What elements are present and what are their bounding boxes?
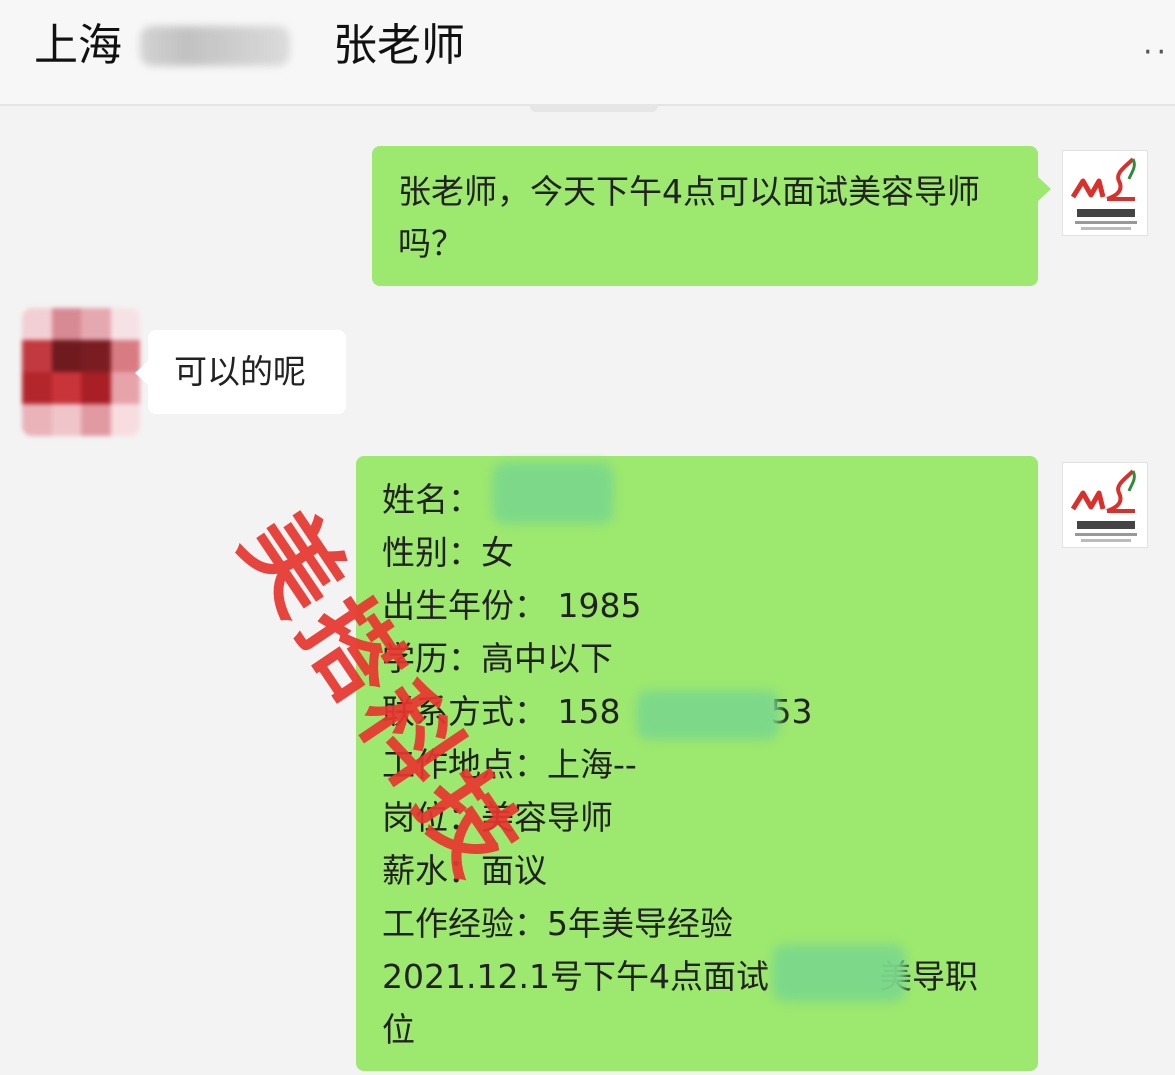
resume-interview-line-end: 位: [382, 1010, 415, 1049]
resume-interview-prefix: 2021.12.1号下午4点面试: [382, 957, 769, 996]
message-bubble-incoming[interactable]: 可以的呢: [135, 330, 346, 414]
message-text: 可以的呢: [174, 352, 306, 391]
redacted-name: [492, 462, 614, 524]
chat-title-city: 上海: [34, 20, 122, 71]
redacted-title-segment: [140, 26, 290, 66]
chat-title-contact: 张老师: [333, 20, 465, 71]
resume-name-line: 姓名：: [382, 480, 481, 519]
more-dots-icon[interactable]: ··: [1143, 38, 1170, 68]
brand-logo-icon: [1070, 157, 1137, 230]
resume-interview-line: 2021.12.1号下午4点面试 美导职: [382, 951, 1014, 1004]
redacted-company: [772, 944, 906, 1002]
message-text: 张老师，今天下午4点可以面试美容导师吗？: [398, 172, 980, 263]
brand-logo-icon: [1070, 469, 1137, 542]
contact-avatar[interactable]: [22, 308, 140, 436]
self-avatar[interactable]: [1062, 150, 1148, 236]
resume-education-line: 学历：高中以下: [382, 639, 613, 678]
redacted-phone: [636, 690, 780, 740]
self-avatar[interactable]: [1062, 462, 1148, 548]
resume-gender-line: 性别：女: [382, 533, 514, 572]
chat-header: 上海 张老师 ··: [0, 0, 1175, 106]
resume-birth-year-line: 出生年份： 1985: [382, 586, 642, 625]
timestamp-divider: [530, 104, 658, 112]
message-bubble-outgoing[interactable]: 张老师，今天下午4点可以面试美容导师吗？: [372, 146, 1051, 286]
